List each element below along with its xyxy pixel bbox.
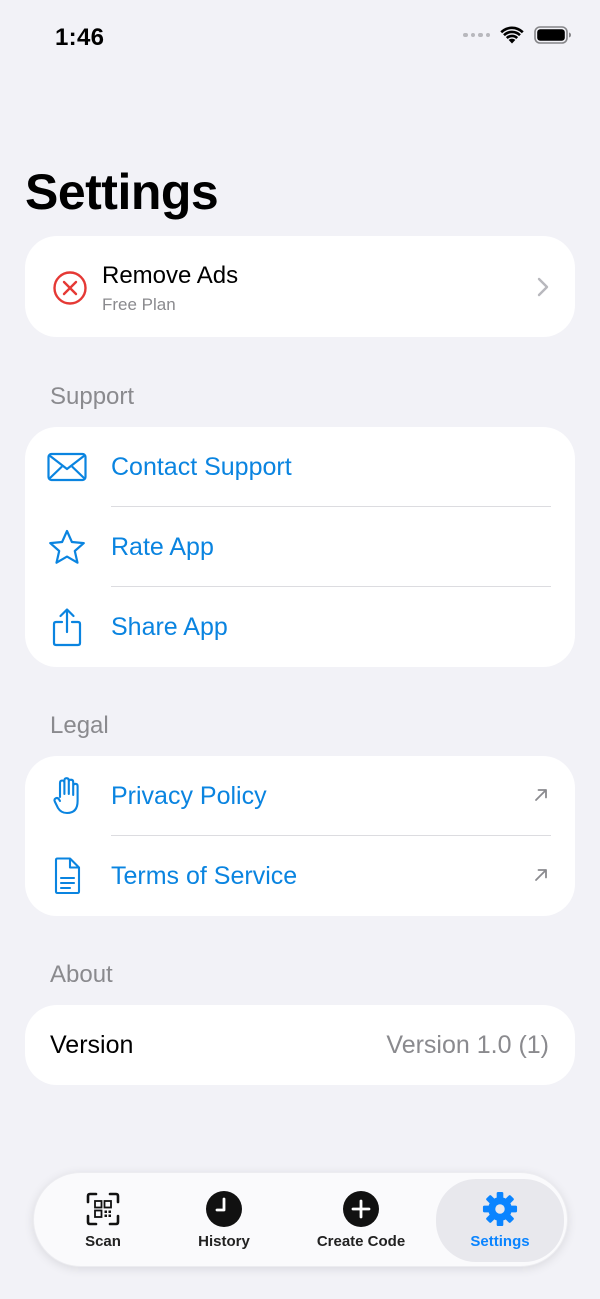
tab-history[interactable]: History xyxy=(160,1179,288,1262)
remove-ads-subtitle: Free Plan xyxy=(102,295,176,314)
legal-card: Privacy Policy Terms of Service xyxy=(25,756,575,916)
terms-of-service-row[interactable]: Terms of Service xyxy=(25,836,575,916)
gear-icon xyxy=(482,1191,518,1227)
wifi-icon xyxy=(500,26,524,44)
privacy-policy-row[interactable]: Privacy Policy xyxy=(25,756,575,836)
support-card: Contact Support Rate App Share App xyxy=(25,427,575,667)
privacy-policy-label: Privacy Policy xyxy=(111,782,267,810)
envelope-icon xyxy=(47,447,87,487)
tab-label: Settings xyxy=(470,1233,530,1250)
plus-circle-icon xyxy=(343,1191,379,1227)
page-title: Settings xyxy=(25,164,219,220)
share-icon xyxy=(47,607,87,647)
share-app-row[interactable]: Share App xyxy=(25,587,575,667)
battery-icon xyxy=(534,26,571,44)
section-header-about: About xyxy=(50,961,113,988)
external-link-icon xyxy=(535,869,547,881)
external-link-icon xyxy=(535,789,547,801)
rate-app-row[interactable]: Rate App xyxy=(25,507,575,587)
tab-label: Create Code xyxy=(316,1233,406,1250)
remove-ads-title: Remove Ads xyxy=(102,262,239,289)
remove-ads-row[interactable]: Remove Ads Free Plan xyxy=(25,236,575,337)
tab-settings[interactable]: Settings xyxy=(436,1179,564,1262)
terms-of-service-label: Terms of Service xyxy=(111,862,298,890)
tab-label: History xyxy=(198,1233,250,1250)
version-label: Version xyxy=(50,1031,134,1059)
status-icons xyxy=(463,26,572,44)
hand-icon xyxy=(47,776,87,816)
tab-create-code[interactable]: Create Code xyxy=(297,1179,425,1262)
cellular-signal-icon xyxy=(463,32,490,38)
star-icon xyxy=(47,527,87,567)
tab-scan[interactable]: Scan xyxy=(39,1179,167,1262)
contact-support-row[interactable]: Contact Support xyxy=(25,427,575,507)
status-time: 1:46 xyxy=(55,24,105,51)
section-header-legal: Legal xyxy=(50,712,109,739)
rate-app-label: Rate App xyxy=(111,533,214,561)
version-row: Version Version 1.0 (1) xyxy=(25,1005,575,1085)
version-value: Version 1.0 (1) xyxy=(386,1031,549,1059)
tab-bar: Scan History Create Code Settings xyxy=(33,1172,568,1267)
qr-scan-icon xyxy=(85,1191,121,1227)
section-header-support: Support xyxy=(50,383,135,410)
chevron-right-icon xyxy=(537,277,549,297)
share-app-label: Share App xyxy=(111,613,228,641)
tab-label: Scan xyxy=(85,1233,121,1250)
contact-support-label: Contact Support xyxy=(111,453,292,481)
clock-icon xyxy=(206,1191,242,1227)
document-icon xyxy=(47,856,87,896)
x-circle-icon xyxy=(53,271,87,305)
status-bar: 1:46 xyxy=(0,0,600,80)
